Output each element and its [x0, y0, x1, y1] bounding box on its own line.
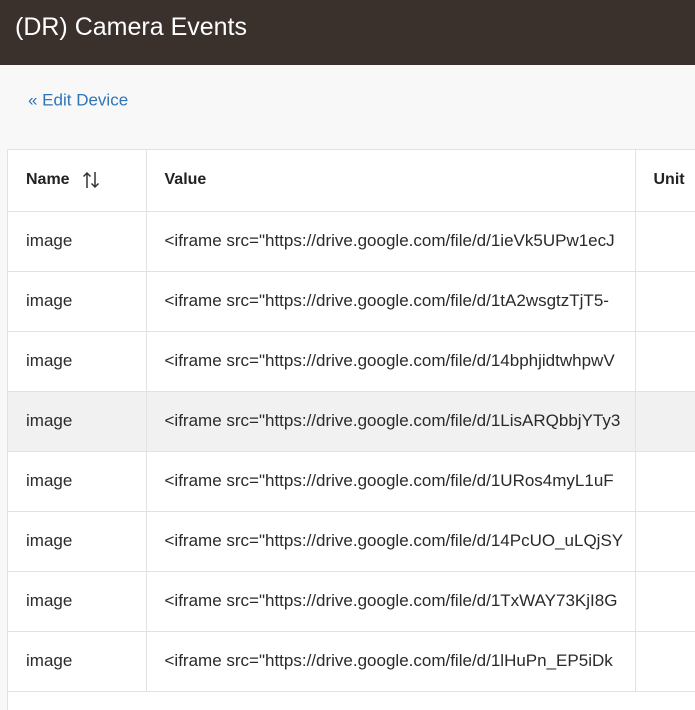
table-cell-unit	[635, 571, 695, 632]
table-header-row: Name Value Unit	[8, 150, 695, 212]
column-header-value[interactable]: Value	[146, 150, 636, 212]
table-cell-name: image	[8, 571, 147, 632]
table-cell-value: <iframe src="https://drive.google.com/fi…	[146, 331, 636, 392]
column-header-unit[interactable]: Unit	[635, 150, 695, 212]
table-cell-name: image	[8, 451, 147, 512]
table-cell-name: image	[8, 211, 147, 272]
table-cell-unit	[635, 271, 695, 332]
table-cell-unit	[635, 331, 695, 392]
column-header-name-label: Name	[26, 171, 70, 189]
column-header-name[interactable]: Name	[8, 150, 147, 212]
table-cell-value: <iframe src="https://drive.google.com/fi…	[146, 511, 636, 572]
table-cell-unit	[635, 211, 695, 272]
page-title: (DR) Camera Events	[15, 13, 247, 41]
app-header: (DR) Camera Events	[0, 0, 695, 65]
table-row[interactable]: image <iframe src="https://drive.google.c…	[8, 631, 695, 692]
table-row[interactable]: image <iframe src="https://drive.google.c…	[8, 211, 695, 272]
table-cell-unit	[635, 511, 695, 572]
table-cell-name: image	[8, 331, 147, 392]
table-row[interactable]: image <iframe src="https://drive.google.c…	[8, 271, 695, 332]
table-row[interactable]: image <iframe src="https://drive.google.c…	[8, 331, 695, 392]
table-row[interactable]: image <iframe src="https://drive.google.c…	[8, 511, 695, 572]
table-row[interactable]: image <iframe src="https://drive.google.c…	[8, 451, 695, 512]
events-table-container: Name Value Unit image <iframe src="https:…	[7, 149, 695, 710]
table-cell-value: <iframe src="https://drive.google.com/fi…	[146, 271, 636, 332]
edit-device-link-label: « Edit Device	[28, 90, 129, 110]
table-cell-unit	[635, 451, 695, 512]
sort-arrows-icon[interactable]	[82, 170, 100, 190]
table-cell-name: image	[8, 391, 147, 452]
table-cell-value: <iframe src="https://drive.google.com/fi…	[146, 211, 636, 272]
table-cell-value: <iframe src="https://drive.google.com/fi…	[146, 631, 636, 692]
table-cell-name: image	[8, 631, 147, 692]
table-row[interactable]: image <iframe src="https://drive.google.c…	[8, 571, 695, 632]
table-cell-unit	[635, 391, 695, 452]
events-table: Name Value Unit image <iframe src="https:…	[8, 150, 695, 692]
table-cell-value: <iframe src="https://drive.google.com/fi…	[146, 571, 636, 632]
table-cell-name: image	[8, 511, 147, 572]
table-cell-value: <iframe src="https://drive.google.com/fi…	[146, 451, 636, 512]
table-row[interactable]: image <iframe src="https://drive.google.c…	[8, 391, 695, 452]
table-cell-name: image	[8, 271, 147, 332]
table-body: image <iframe src="https://drive.google.c…	[8, 211, 695, 692]
table-cell-unit	[635, 631, 695, 692]
table-cell-value: <iframe src="https://drive.google.com/fi…	[146, 391, 636, 452]
edit-device-link[interactable]: « Edit Device	[28, 90, 128, 111]
